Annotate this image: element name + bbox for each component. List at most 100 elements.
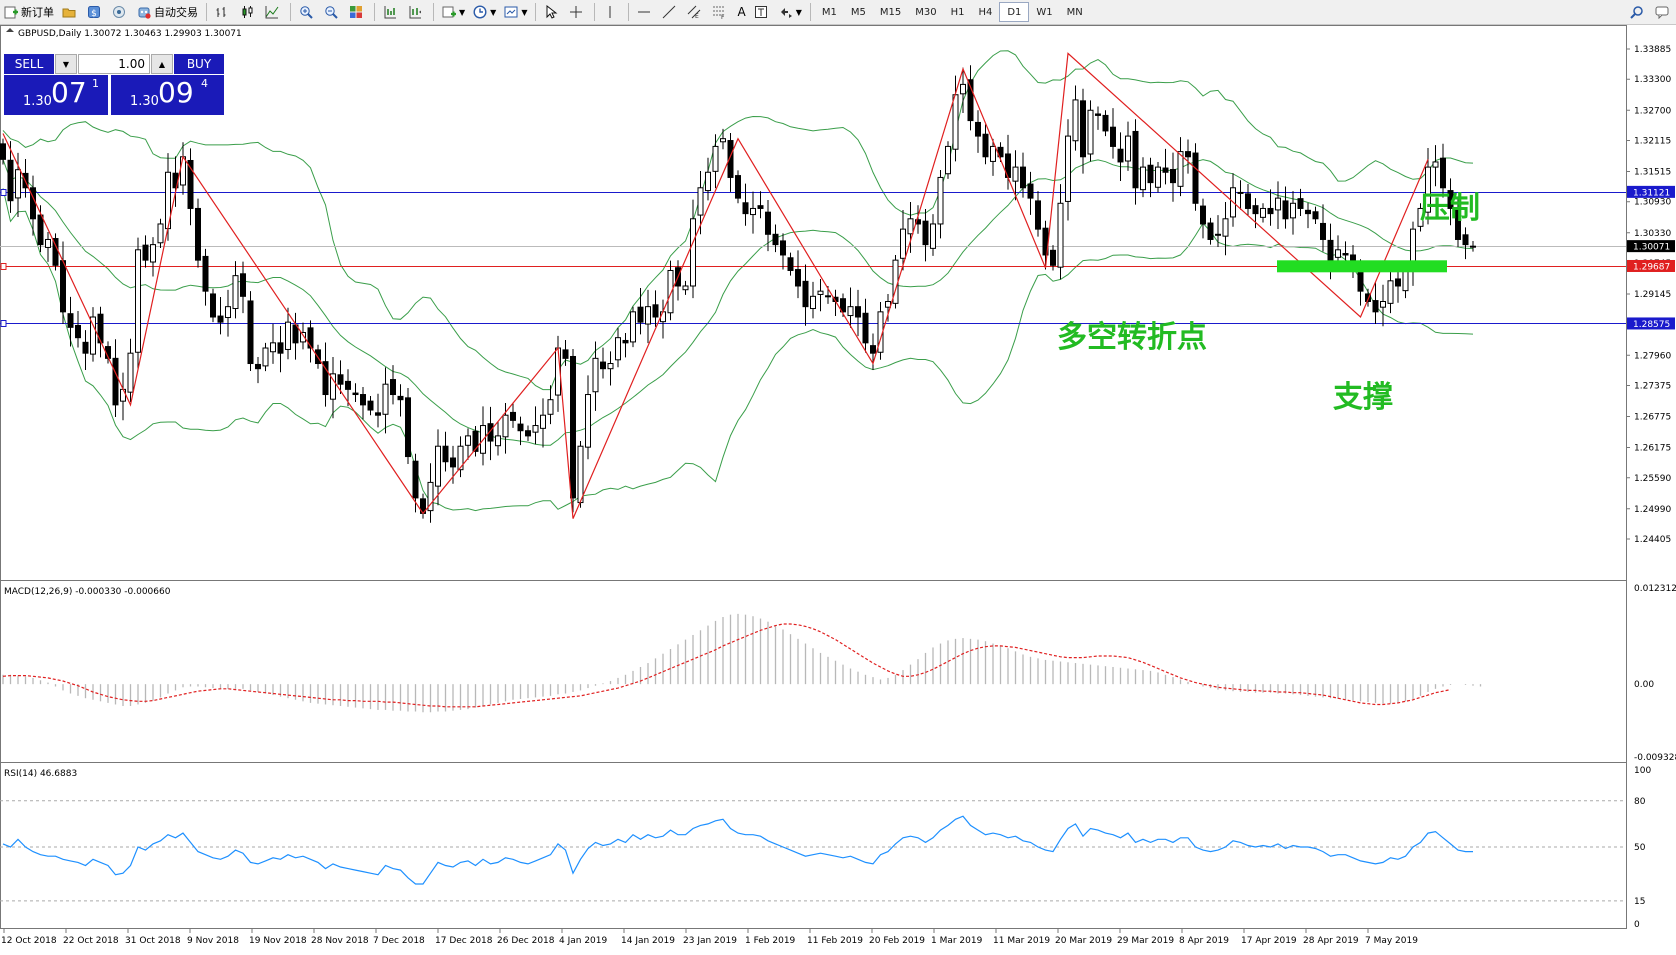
date-tick-label: 1 Mar 2019 — [931, 936, 983, 946]
candle — [1095, 106, 1101, 130]
candle — [60, 241, 66, 324]
date-tick-label: 28 Apr 2019 — [1303, 936, 1359, 946]
candle — [652, 290, 659, 327]
candle — [1372, 281, 1379, 324]
timeframe-m1[interactable]: M1 — [815, 3, 844, 21]
buy-button[interactable]: BUY — [174, 54, 224, 74]
periods-button[interactable]: ▼ — [469, 2, 500, 22]
candle — [810, 281, 816, 319]
zoom-in-button[interactable] — [295, 2, 320, 22]
timeframe-h4[interactable]: H4 — [971, 3, 999, 21]
horizontal-line-tool-button[interactable] — [633, 2, 658, 22]
search-button[interactable] — [1626, 2, 1651, 22]
line-chart-icon — [265, 6, 279, 19]
market-watch-button[interactable] — [58, 2, 83, 22]
timeframe-w1[interactable]: W1 — [1029, 3, 1059, 21]
price-tick-label: 1.24990 — [1634, 505, 1671, 515]
trendline-tool-button[interactable] — [658, 2, 683, 22]
price-tick-label: 1.30330 — [1634, 229, 1671, 239]
candle — [547, 385, 554, 425]
candle — [82, 330, 89, 370]
market-icon: $ — [88, 6, 100, 19]
vertical-line-tool-button[interactable] — [599, 2, 624, 22]
candle — [480, 406, 486, 466]
timeframe-d1[interactable]: D1 — [999, 2, 1030, 22]
volume-input[interactable] — [78, 54, 150, 74]
indicators-button[interactable]: ▼ — [438, 2, 469, 22]
cursor-tool-button[interactable] — [540, 2, 565, 22]
arrows-tool-button[interactable]: ▼ — [775, 2, 806, 22]
fibonacci-tool-button[interactable]: F — [708, 2, 733, 22]
text-tool-button[interactable]: A — [733, 2, 749, 22]
candle — [1380, 284, 1386, 327]
candle — [1132, 119, 1139, 205]
buy-quote[interactable]: 1.30 09 4 — [111, 75, 224, 115]
candle — [750, 191, 756, 234]
sell-price-big: 07 — [51, 76, 87, 109]
dropdown-arrow-icon: ▼ — [490, 7, 497, 17]
candle — [202, 248, 209, 306]
candle — [1200, 198, 1206, 239]
channel-tool-button[interactable]: E — [683, 2, 708, 22]
candle — [802, 264, 809, 326]
tile-windows-button[interactable] — [345, 2, 370, 22]
candle — [270, 323, 276, 364]
candle-chart-button[interactable] — [236, 2, 261, 22]
zoom-out-button[interactable] — [320, 2, 345, 22]
timeframe-mn[interactable]: MN — [1060, 3, 1090, 21]
templates-button[interactable]: ▼ — [500, 2, 531, 22]
new-order-button[interactable]: 新订单 — [0, 2, 58, 22]
timeframe-m15[interactable]: M15 — [873, 3, 908, 21]
candle — [225, 289, 231, 337]
candle — [1185, 139, 1191, 174]
date-tick-label: 11 Feb 2019 — [807, 936, 863, 946]
dropdown-arrow-icon: ▼ — [459, 7, 466, 17]
chart-shift-button[interactable] — [404, 2, 429, 22]
timeframe-m30[interactable]: M30 — [908, 3, 943, 21]
line-chart-button[interactable] — [261, 2, 286, 22]
bar-chart-button[interactable] — [211, 2, 236, 22]
timeframe-m5[interactable]: M5 — [844, 3, 873, 21]
candle — [862, 298, 869, 353]
toolbar-separator — [535, 3, 537, 21]
text-label-tool-button[interactable] — [750, 2, 775, 22]
navigator-button[interactable]: $ — [83, 2, 108, 22]
timeframe-h1[interactable]: H1 — [944, 3, 972, 21]
arrows-icon — [780, 8, 792, 18]
candle — [157, 218, 164, 248]
auto-scroll-button[interactable] — [379, 2, 404, 22]
signals-button[interactable] — [108, 2, 133, 22]
price-tick-label: 1.27960 — [1634, 351, 1671, 361]
volume-down-button[interactable]: ▼ — [55, 54, 77, 74]
price-tick-label: 1.27375 — [1634, 381, 1671, 391]
auto-trade-button[interactable]: 自动交易 — [133, 2, 202, 22]
candle — [645, 289, 651, 344]
candle — [1125, 121, 1131, 171]
crosshair-icon — [570, 6, 583, 18]
candle — [585, 375, 591, 460]
sell-quote[interactable]: 1.30 07 1 — [4, 75, 108, 115]
date-tick-label: 7 May 2019 — [1365, 936, 1418, 946]
chat-bubble-icon — [1655, 6, 1669, 19]
new-order-icon — [4, 6, 18, 19]
price-axis: 1.33885 1.33300 1.32700 1.32115 1.31515 1.309… — [1626, 45, 1675, 545]
candle — [180, 142, 186, 195]
chart-canvas[interactable]: GBPUSD,Daily 1.30072 1.30463 1.29903 1.3… — [0, 25, 1676, 952]
candle — [435, 429, 441, 506]
candle — [457, 436, 464, 478]
candle — [1267, 189, 1274, 226]
candle — [427, 463, 434, 523]
sell-button[interactable]: SELL — [4, 54, 54, 74]
date-tick-label: 22 Oct 2018 — [63, 936, 119, 946]
volume-up-button[interactable]: ▲ — [151, 54, 173, 74]
date-tick-label: 9 Nov 2018 — [187, 936, 239, 946]
candle — [622, 332, 629, 358]
crosshair-tool-button[interactable] — [565, 2, 590, 22]
candle — [97, 306, 104, 358]
candle — [607, 351, 614, 386]
toolbar-separator — [374, 3, 375, 21]
candle — [1117, 132, 1124, 182]
vertical-line-icon — [609, 6, 611, 18]
line-anchor — [0, 263, 7, 270]
community-button[interactable] — [1651, 2, 1676, 22]
